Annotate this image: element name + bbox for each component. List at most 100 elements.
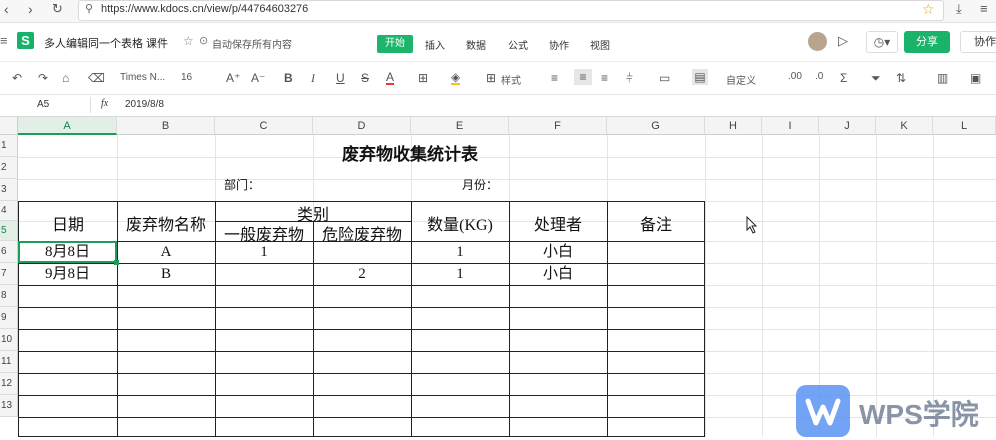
cell-handler[interactable]: 小白 xyxy=(509,243,607,261)
vertical-align-icon[interactable]: ⫩ xyxy=(626,71,633,86)
doc-title[interactable]: 多人编辑同一个表格 课件 xyxy=(44,35,168,51)
increase-decimal-icon[interactable]: .00 xyxy=(788,71,802,82)
column-header-d[interactable]: D xyxy=(313,117,411,135)
month-label[interactable]: 月份： xyxy=(462,176,498,193)
decrease-decimal-icon[interactable]: .0 xyxy=(815,71,823,82)
tab-start[interactable]: 开始 xyxy=(377,35,413,53)
cell-handler[interactable]: 小白 xyxy=(509,265,607,283)
formula-input[interactable]: 2019/8/8 xyxy=(125,99,164,110)
column-header-j[interactable]: J xyxy=(819,117,876,135)
bold-button[interactable]: B xyxy=(284,71,293,85)
column-header-g[interactable]: G xyxy=(607,117,705,135)
clear-format-icon[interactable]: ⌫ xyxy=(88,71,105,85)
reload-icon[interactable]: ↻ xyxy=(52,1,63,17)
cell-general[interactable]: 1 xyxy=(215,243,313,261)
row-header-7[interactable]: 7 xyxy=(0,263,18,285)
sum-icon[interactable]: Σ xyxy=(840,71,847,85)
back-icon[interactable]: ‹ xyxy=(4,1,9,17)
sort-icon[interactable]: ⇅ xyxy=(896,71,906,85)
address-bar[interactable]: ⚲ https://www.kdocs.cn/view/p/4476460327… xyxy=(78,0,944,21)
wrap-text-icon[interactable]: ▤ xyxy=(692,69,708,85)
column-header-k[interactable]: K xyxy=(876,117,933,135)
row-header-8[interactable]: 8 xyxy=(0,285,18,307)
header-qty[interactable]: 数量(KG) xyxy=(411,211,509,235)
column-header-c[interactable]: C xyxy=(215,117,313,135)
header-hazardous[interactable]: 危险废弃物 xyxy=(313,221,411,245)
image-icon[interactable]: ▣ xyxy=(970,71,981,85)
row-header-6[interactable]: 6 xyxy=(0,241,18,263)
active-cell-selection[interactable] xyxy=(18,241,117,263)
forward-icon[interactable]: › xyxy=(28,1,33,17)
tab-formula[interactable]: 公式 xyxy=(508,37,528,52)
select-all-corner[interactable] xyxy=(0,117,18,135)
row-header-5[interactable]: 5 xyxy=(0,221,18,241)
header-general[interactable]: 一般废弃物 xyxy=(215,221,313,245)
column-header-b[interactable]: B xyxy=(117,117,215,135)
star-icon[interactable]: ☆ xyxy=(922,1,935,18)
present-icon[interactable]: ▷ xyxy=(838,33,848,49)
align-center-icon[interactable]: ≡ xyxy=(574,69,592,85)
row-header-13[interactable]: 13 xyxy=(0,395,18,417)
collab-button[interactable]: 协作 xyxy=(960,31,996,53)
row-header-4[interactable]: 4 xyxy=(0,201,18,221)
sheet-title[interactable]: 废弃物收集统计表 xyxy=(116,140,704,165)
font-color-button[interactable]: A xyxy=(386,71,395,85)
column-header-h[interactable]: H xyxy=(705,117,762,135)
tab-collab[interactable]: 协作 xyxy=(549,37,569,52)
cell-reference[interactable]: A5 xyxy=(37,99,49,110)
chart-icon[interactable]: ▥ xyxy=(937,71,948,85)
cell-qty[interactable]: 1 xyxy=(411,243,509,261)
number-format-select[interactable]: 自定义 xyxy=(726,72,756,87)
row-header-12[interactable]: 12 xyxy=(0,373,18,395)
tab-data[interactable]: 数据 xyxy=(466,37,486,52)
row-header-11[interactable]: 11 xyxy=(0,351,18,373)
cell-name[interactable]: A xyxy=(117,243,215,261)
undo-icon[interactable]: ↶ xyxy=(12,71,22,85)
fill-color-icon[interactable]: ◈ xyxy=(451,71,461,85)
tab-view[interactable]: 视图 xyxy=(590,37,610,52)
merge-cells-icon[interactable]: ▭ xyxy=(659,71,670,85)
column-header-e[interactable]: E xyxy=(411,117,509,135)
column-header-f[interactable]: F xyxy=(509,117,607,135)
share-button[interactable]: 分享 xyxy=(904,31,950,53)
fill-handle[interactable] xyxy=(114,260,119,265)
cell-hazardous[interactable]: 2 xyxy=(313,265,411,283)
column-header-l[interactable]: L xyxy=(933,117,996,135)
cell-date[interactable]: 9月8日 xyxy=(18,265,117,283)
row-header-1[interactable]: 1 xyxy=(0,135,18,157)
border-icon[interactable]: ⊞ xyxy=(418,71,428,85)
align-left-icon[interactable]: ≡ xyxy=(551,71,558,85)
strikethrough-button[interactable]: S xyxy=(361,71,369,85)
font-size-select[interactable]: 16 xyxy=(181,72,192,83)
header-date[interactable]: 日期 xyxy=(19,211,117,235)
font-name-select[interactable]: Times N... xyxy=(120,72,165,83)
avatar[interactable] xyxy=(808,32,827,51)
italic-button[interactable]: I xyxy=(311,71,315,86)
tab-insert[interactable]: 插入 xyxy=(425,37,445,52)
dept-label[interactable]: 部门： xyxy=(224,176,260,193)
align-right-icon[interactable]: ≡ xyxy=(601,71,608,85)
wps-sheet-logo-icon[interactable]: S xyxy=(17,32,34,49)
download-icon[interactable]: ⤓ xyxy=(956,1,962,17)
format-painter-icon[interactable]: ⌂ xyxy=(62,71,69,85)
redo-icon[interactable]: ↷ xyxy=(38,71,48,85)
row-header-10[interactable]: 10 xyxy=(0,329,18,351)
shrink-font-icon[interactable]: A⁻ xyxy=(251,71,265,85)
column-header-i[interactable]: I xyxy=(762,117,819,135)
filter-icon[interactable]: ⏷ xyxy=(871,71,881,86)
cell-name[interactable]: B xyxy=(117,265,215,283)
table-style-icon[interactable]: ⊞ xyxy=(486,71,496,85)
grow-font-icon[interactable]: A⁺ xyxy=(226,71,240,85)
header-handler[interactable]: 处理者 xyxy=(509,211,607,235)
row-header-3[interactable]: 3 xyxy=(0,179,18,201)
table-style-label[interactable]: 样式 xyxy=(501,72,521,87)
function-icon[interactable]: fx xyxy=(101,98,108,109)
underline-button[interactable]: U xyxy=(336,71,345,85)
header-note[interactable]: 备注 xyxy=(607,211,705,235)
row-header-9[interactable]: 9 xyxy=(0,307,18,329)
menu-icon[interactable]: ≡ xyxy=(980,1,988,16)
history-icon[interactable]: ◷▾ xyxy=(866,31,898,53)
row-header-2[interactable]: 2 xyxy=(0,157,18,179)
column-header-a[interactable]: A xyxy=(18,117,117,135)
cell-qty[interactable]: 1 xyxy=(411,265,509,283)
